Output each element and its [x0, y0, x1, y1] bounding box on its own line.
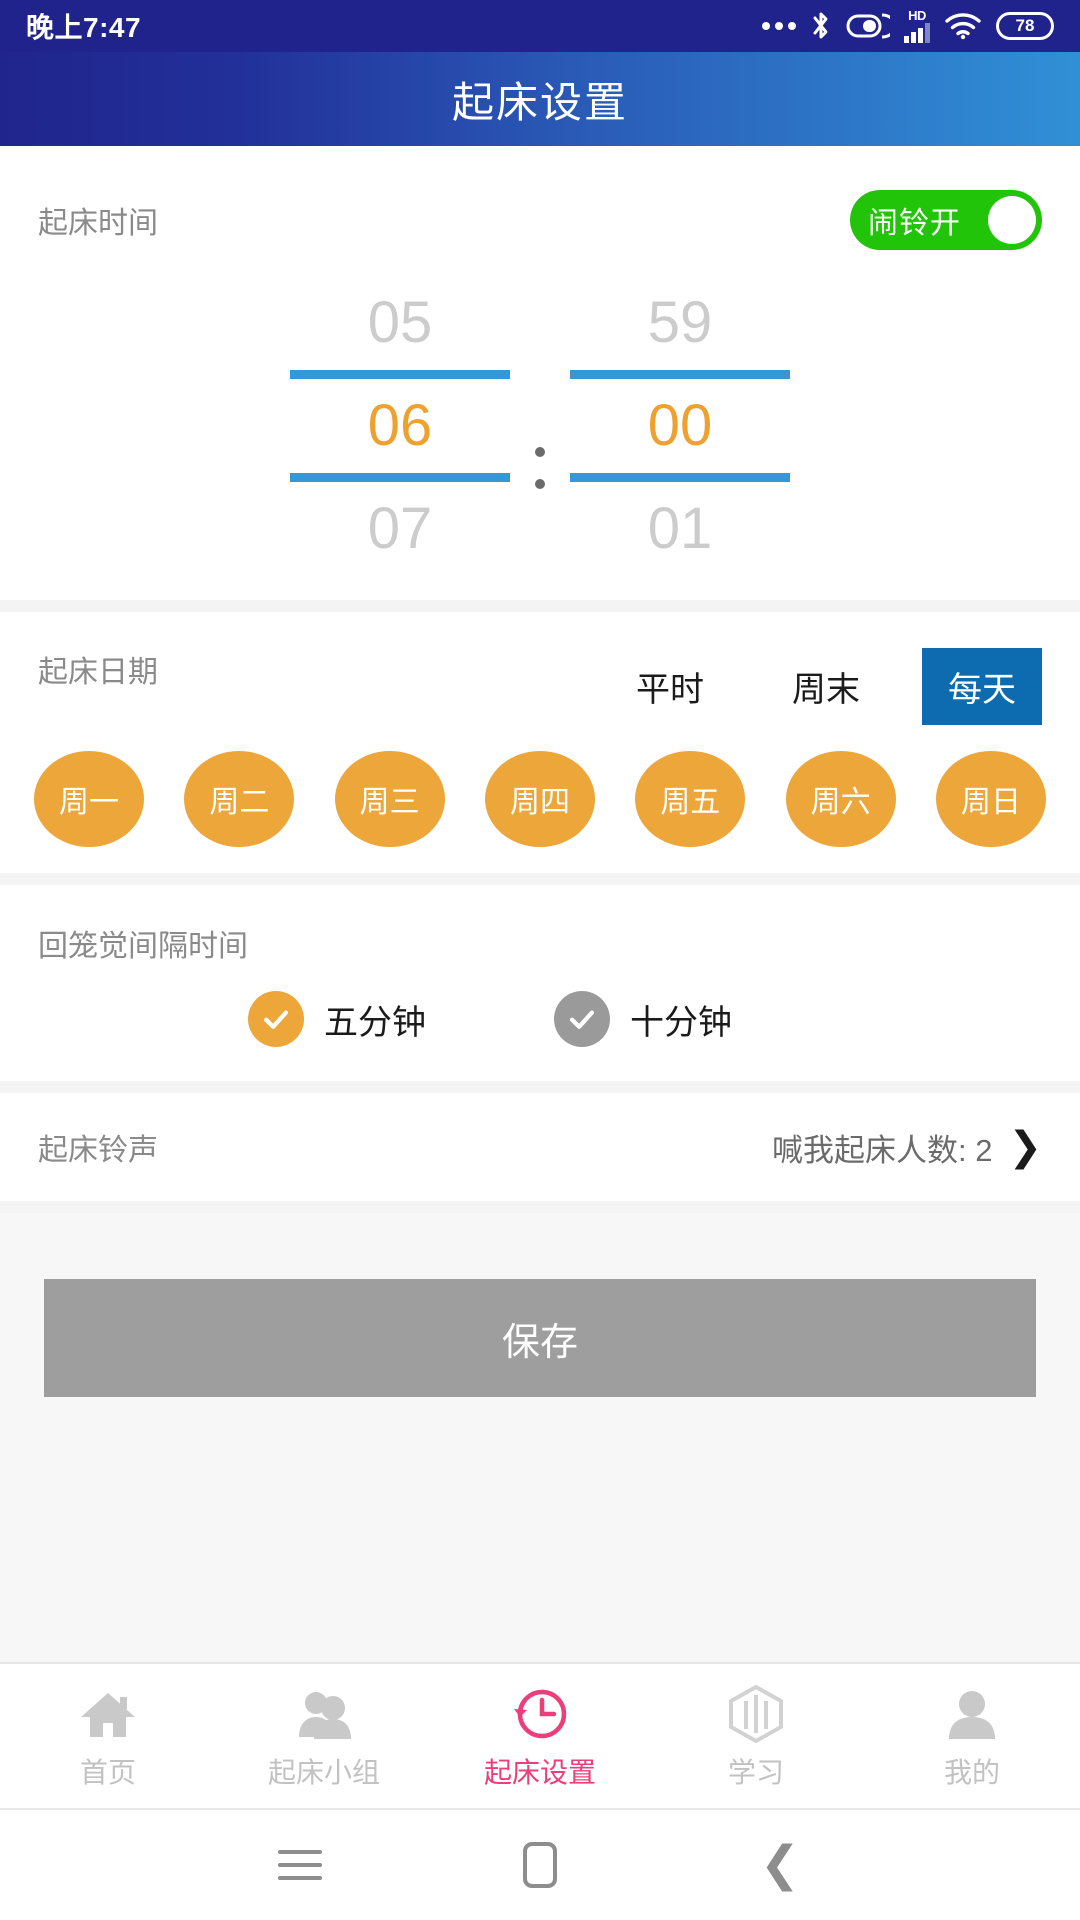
tab-profile-label: 我的	[943, 1757, 1000, 1788]
alarm-toggle[interactable]: 闹铃开	[850, 190, 1042, 250]
check-icon-ten[interactable]	[554, 991, 610, 1047]
section-divider-2	[0, 873, 1080, 885]
time-picker[interactable]: 05 06 07 59 00 01	[0, 286, 1080, 566]
snooze-option-five-label: 五分钟	[324, 1003, 426, 1042]
day-circle-wednesday[interactable]: 周三	[334, 751, 445, 847]
wake-time-label: 起床时间	[38, 207, 158, 240]
snooze-label: 回笼觉间隔时间	[38, 930, 248, 963]
alarm-toggle-knob[interactable]	[988, 196, 1036, 244]
section-divider-3	[0, 1081, 1080, 1093]
ringtone-section[interactable]: 起床铃声 喊我起床人数: 2 ❯	[0, 1093, 1080, 1201]
status-bar-clock: 晚上7:47	[26, 12, 142, 43]
section-divider-1	[0, 600, 1080, 612]
hour-rail-bottom	[290, 473, 510, 482]
wake-date-label: 起床日期	[38, 655, 158, 689]
person-icon	[944, 1681, 1000, 1743]
minute-rail-bottom	[570, 473, 790, 482]
minute-rail-top	[570, 370, 790, 379]
status-bar-icons: HD 78	[762, 9, 1054, 43]
book-icon	[725, 1681, 787, 1743]
tab-study[interactable]: 学习	[648, 1681, 864, 1791]
do-not-disturb-icon	[846, 11, 890, 41]
tab-profile[interactable]: 我的	[864, 1681, 1080, 1791]
page-title: 起床设置	[451, 78, 628, 126]
save-area: 保存	[0, 1213, 1080, 1662]
wifi-icon	[944, 12, 982, 40]
date-mode-everyday[interactable]: 每天	[922, 648, 1042, 725]
minute-selected-value[interactable]: 00	[570, 389, 790, 463]
time-separator	[510, 431, 570, 505]
wake-date-header: 起床日期 平时 周末 每天	[0, 612, 1080, 725]
battery-icon: 78	[996, 12, 1054, 40]
tab-study-label: 学习	[727, 1757, 784, 1788]
day-circle-saturday[interactable]: 周六	[785, 751, 896, 847]
group-icon	[293, 1681, 355, 1743]
signal-bars-icon	[904, 23, 930, 43]
minute-next-value[interactable]: 01	[570, 492, 790, 566]
date-mode-weekday[interactable]: 平时	[610, 648, 730, 725]
tab-alarm-settings[interactable]: 起床设置	[432, 1681, 648, 1791]
status-bar: 晚上7:47 HD 78	[0, 0, 1080, 52]
section-divider-4	[0, 1201, 1080, 1213]
alarm-toggle-label: 闹铃开	[868, 207, 961, 240]
phone-screen: 晚上7:47 HD 78 起床设置 起床时间 闹铃开 05 06 07 59 0…	[0, 0, 1080, 1920]
tab-home-label: 首页	[79, 1757, 136, 1788]
day-circle-sunday[interactable]: 周日	[935, 751, 1046, 847]
back-chevron-icon[interactable]: ❮	[735, 1820, 825, 1910]
ringtone-value: 喊我起床人数: 2	[772, 1132, 993, 1168]
hour-rail-top	[290, 370, 510, 379]
ringtone-value-group[interactable]: 喊我起床人数: 2 ❯	[772, 1125, 1042, 1170]
bottom-tab-bar: 首页 起床小组 起床设置 学习 我的	[0, 1662, 1080, 1810]
minute-wheel[interactable]: 59 00 01	[570, 286, 790, 566]
day-circle-monday[interactable]: 周一	[34, 751, 144, 847]
day-circle-friday[interactable]: 周五	[635, 751, 746, 847]
chevron-right-icon[interactable]: ❯	[1008, 1127, 1042, 1167]
tab-group[interactable]: 起床小组	[216, 1681, 432, 1791]
battery-level-label: 78	[1015, 16, 1035, 35]
ringtone-label: 起床铃声	[38, 1134, 158, 1167]
snooze-options: 五分钟 十分钟	[0, 965, 1080, 1047]
clock-icon	[509, 1681, 571, 1743]
tab-home[interactable]: 首页	[0, 1681, 216, 1791]
minute-prev-value[interactable]: 59	[570, 286, 790, 360]
hd-label: HD	[908, 8, 926, 23]
tab-alarm-settings-label: 起床设置	[483, 1757, 596, 1788]
menu-icon[interactable]	[255, 1820, 345, 1910]
snooze-option-ten-label: 十分钟	[630, 1003, 732, 1042]
hour-wheel[interactable]: 05 06 07	[290, 286, 510, 566]
home-icon	[78, 1681, 138, 1743]
snooze-section: 回笼觉间隔时间 五分钟 十分钟	[0, 885, 1080, 1081]
hour-next-value[interactable]: 07	[290, 492, 510, 566]
snooze-option-five[interactable]: 五分钟	[248, 991, 426, 1047]
wake-date-section: 起床日期 平时 周末 每天 周一 周二 周三 周四 周五 周六 周日	[0, 612, 1080, 873]
check-icon-five[interactable]	[248, 991, 304, 1047]
ringtone-row[interactable]: 起床铃声 喊我起床人数: 2 ❯	[0, 1093, 1080, 1201]
date-mode-weekend[interactable]: 周末	[766, 648, 886, 725]
android-nav-bar: ❮	[0, 1810, 1080, 1920]
hour-prev-value[interactable]: 05	[290, 286, 510, 360]
day-circle-tuesday[interactable]: 周二	[184, 751, 295, 847]
more-dots-icon	[762, 22, 796, 30]
app-header: 起床设置	[0, 52, 1080, 146]
wake-time-header: 起床时间 闹铃开	[0, 146, 1080, 250]
day-circle-thursday[interactable]: 周四	[484, 751, 595, 847]
save-button[interactable]: 保存	[44, 1279, 1036, 1397]
weekday-circles: 周一 周二 周三 周四 周五 周六 周日	[0, 725, 1080, 847]
tab-group-label: 起床小组	[267, 1757, 380, 1788]
home-square-icon[interactable]	[495, 1820, 585, 1910]
wake-time-section: 起床时间 闹铃开 05 06 07 59 00 01	[0, 146, 1080, 600]
bluetooth-icon	[810, 10, 832, 42]
snooze-option-ten[interactable]: 十分钟	[554, 991, 732, 1047]
hd-signal-icon: HD	[904, 9, 930, 43]
hour-selected-value[interactable]: 06	[290, 389, 510, 463]
